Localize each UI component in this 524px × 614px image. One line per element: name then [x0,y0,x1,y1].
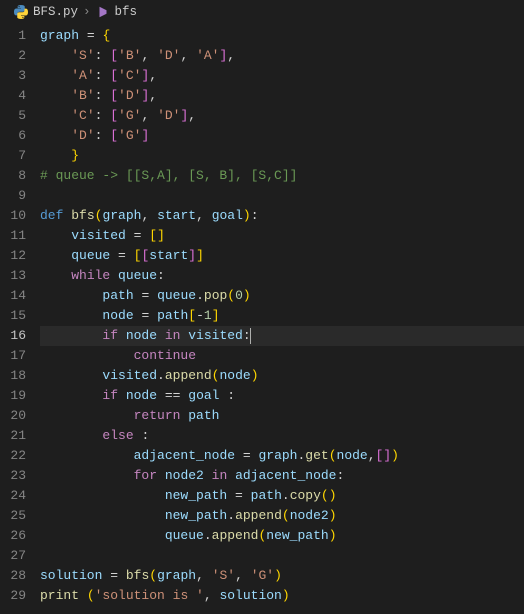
code-line[interactable]: for node2 in adjacent_node: [40,466,524,486]
code-line[interactable]: adjacent_node = graph.get(node,[]) [40,446,524,466]
code-area[interactable]: graph = { 'S': ['B', 'D', 'A'], 'A': ['C… [40,24,524,614]
code-line[interactable]: new_path.append(node2) [40,506,524,526]
line-number: 27 [0,546,26,566]
line-number: 7 [0,146,26,166]
code-line[interactable]: print ('solution is ', solution) [40,586,524,606]
line-number: 22 [0,446,26,466]
code-editor[interactable]: 1234567891011121314151617181920212223242… [0,24,524,614]
line-number: 8 [0,166,26,186]
line-number: 11 [0,226,26,246]
code-line[interactable]: 'A': ['C'], [40,66,524,86]
code-line[interactable] [40,546,524,566]
code-line[interactable]: if node == goal : [40,386,524,406]
code-line[interactable]: 'B': ['D'], [40,86,524,106]
code-line[interactable]: path = queue.pop(0) [40,286,524,306]
line-number: 14 [0,286,26,306]
line-number: 4 [0,86,26,106]
line-number: 12 [0,246,26,266]
code-line[interactable]: queue = [[start]] [40,246,524,266]
line-number: 28 [0,566,26,586]
code-line[interactable]: else : [40,426,524,446]
code-line[interactable] [40,186,524,206]
line-number: 13 [0,266,26,286]
line-number: 29 [0,586,26,606]
code-line[interactable]: node = path[-1] [40,306,524,326]
python-file-icon [14,5,28,19]
line-number: 16 [0,326,26,346]
line-number: 25 [0,506,26,526]
code-line[interactable]: visited = [] [40,226,524,246]
code-line[interactable]: queue.append(new_path) [40,526,524,546]
line-number: 3 [0,66,26,86]
line-number: 19 [0,386,26,406]
line-number: 1 [0,26,26,46]
line-number: 23 [0,466,26,486]
code-line[interactable]: graph = { [40,26,524,46]
line-number: 2 [0,46,26,66]
line-number: 10 [0,206,26,226]
code-line[interactable]: 'D': ['G'] [40,126,524,146]
code-line[interactable]: 'C': ['G', 'D'], [40,106,524,126]
line-number: 6 [0,126,26,146]
line-number: 9 [0,186,26,206]
line-number: 15 [0,306,26,326]
code-line[interactable]: solution = bfs(graph, 'S', 'G') [40,566,524,586]
symbol-function-icon [96,5,110,19]
code-line[interactable]: while queue: [40,266,524,286]
chevron-right-icon: › [83,5,91,19]
line-number: 17 [0,346,26,366]
code-line[interactable]: if node in visited: [40,326,524,346]
breadcrumb-file[interactable]: BFS.py [33,5,78,19]
code-line[interactable]: new_path = path.copy() [40,486,524,506]
code-line[interactable]: # queue -> [[S,A], [S, B], [S,C]] [40,166,524,186]
code-line[interactable]: def bfs(graph, start, goal): [40,206,524,226]
code-line[interactable]: visited.append(node) [40,366,524,386]
code-line[interactable]: 'S': ['B', 'D', 'A'], [40,46,524,66]
line-number: 21 [0,426,26,446]
breadcrumb[interactable]: BFS.py › bfs [0,0,524,24]
line-number: 5 [0,106,26,126]
line-number-gutter: 1234567891011121314151617181920212223242… [0,24,40,614]
breadcrumb-symbol[interactable]: bfs [115,5,138,19]
line-number: 20 [0,406,26,426]
code-line[interactable]: } [40,146,524,166]
code-line[interactable]: continue [40,346,524,366]
line-number: 26 [0,526,26,546]
line-number: 24 [0,486,26,506]
code-line[interactable]: return path [40,406,524,426]
text-cursor [250,328,251,344]
line-number: 18 [0,366,26,386]
